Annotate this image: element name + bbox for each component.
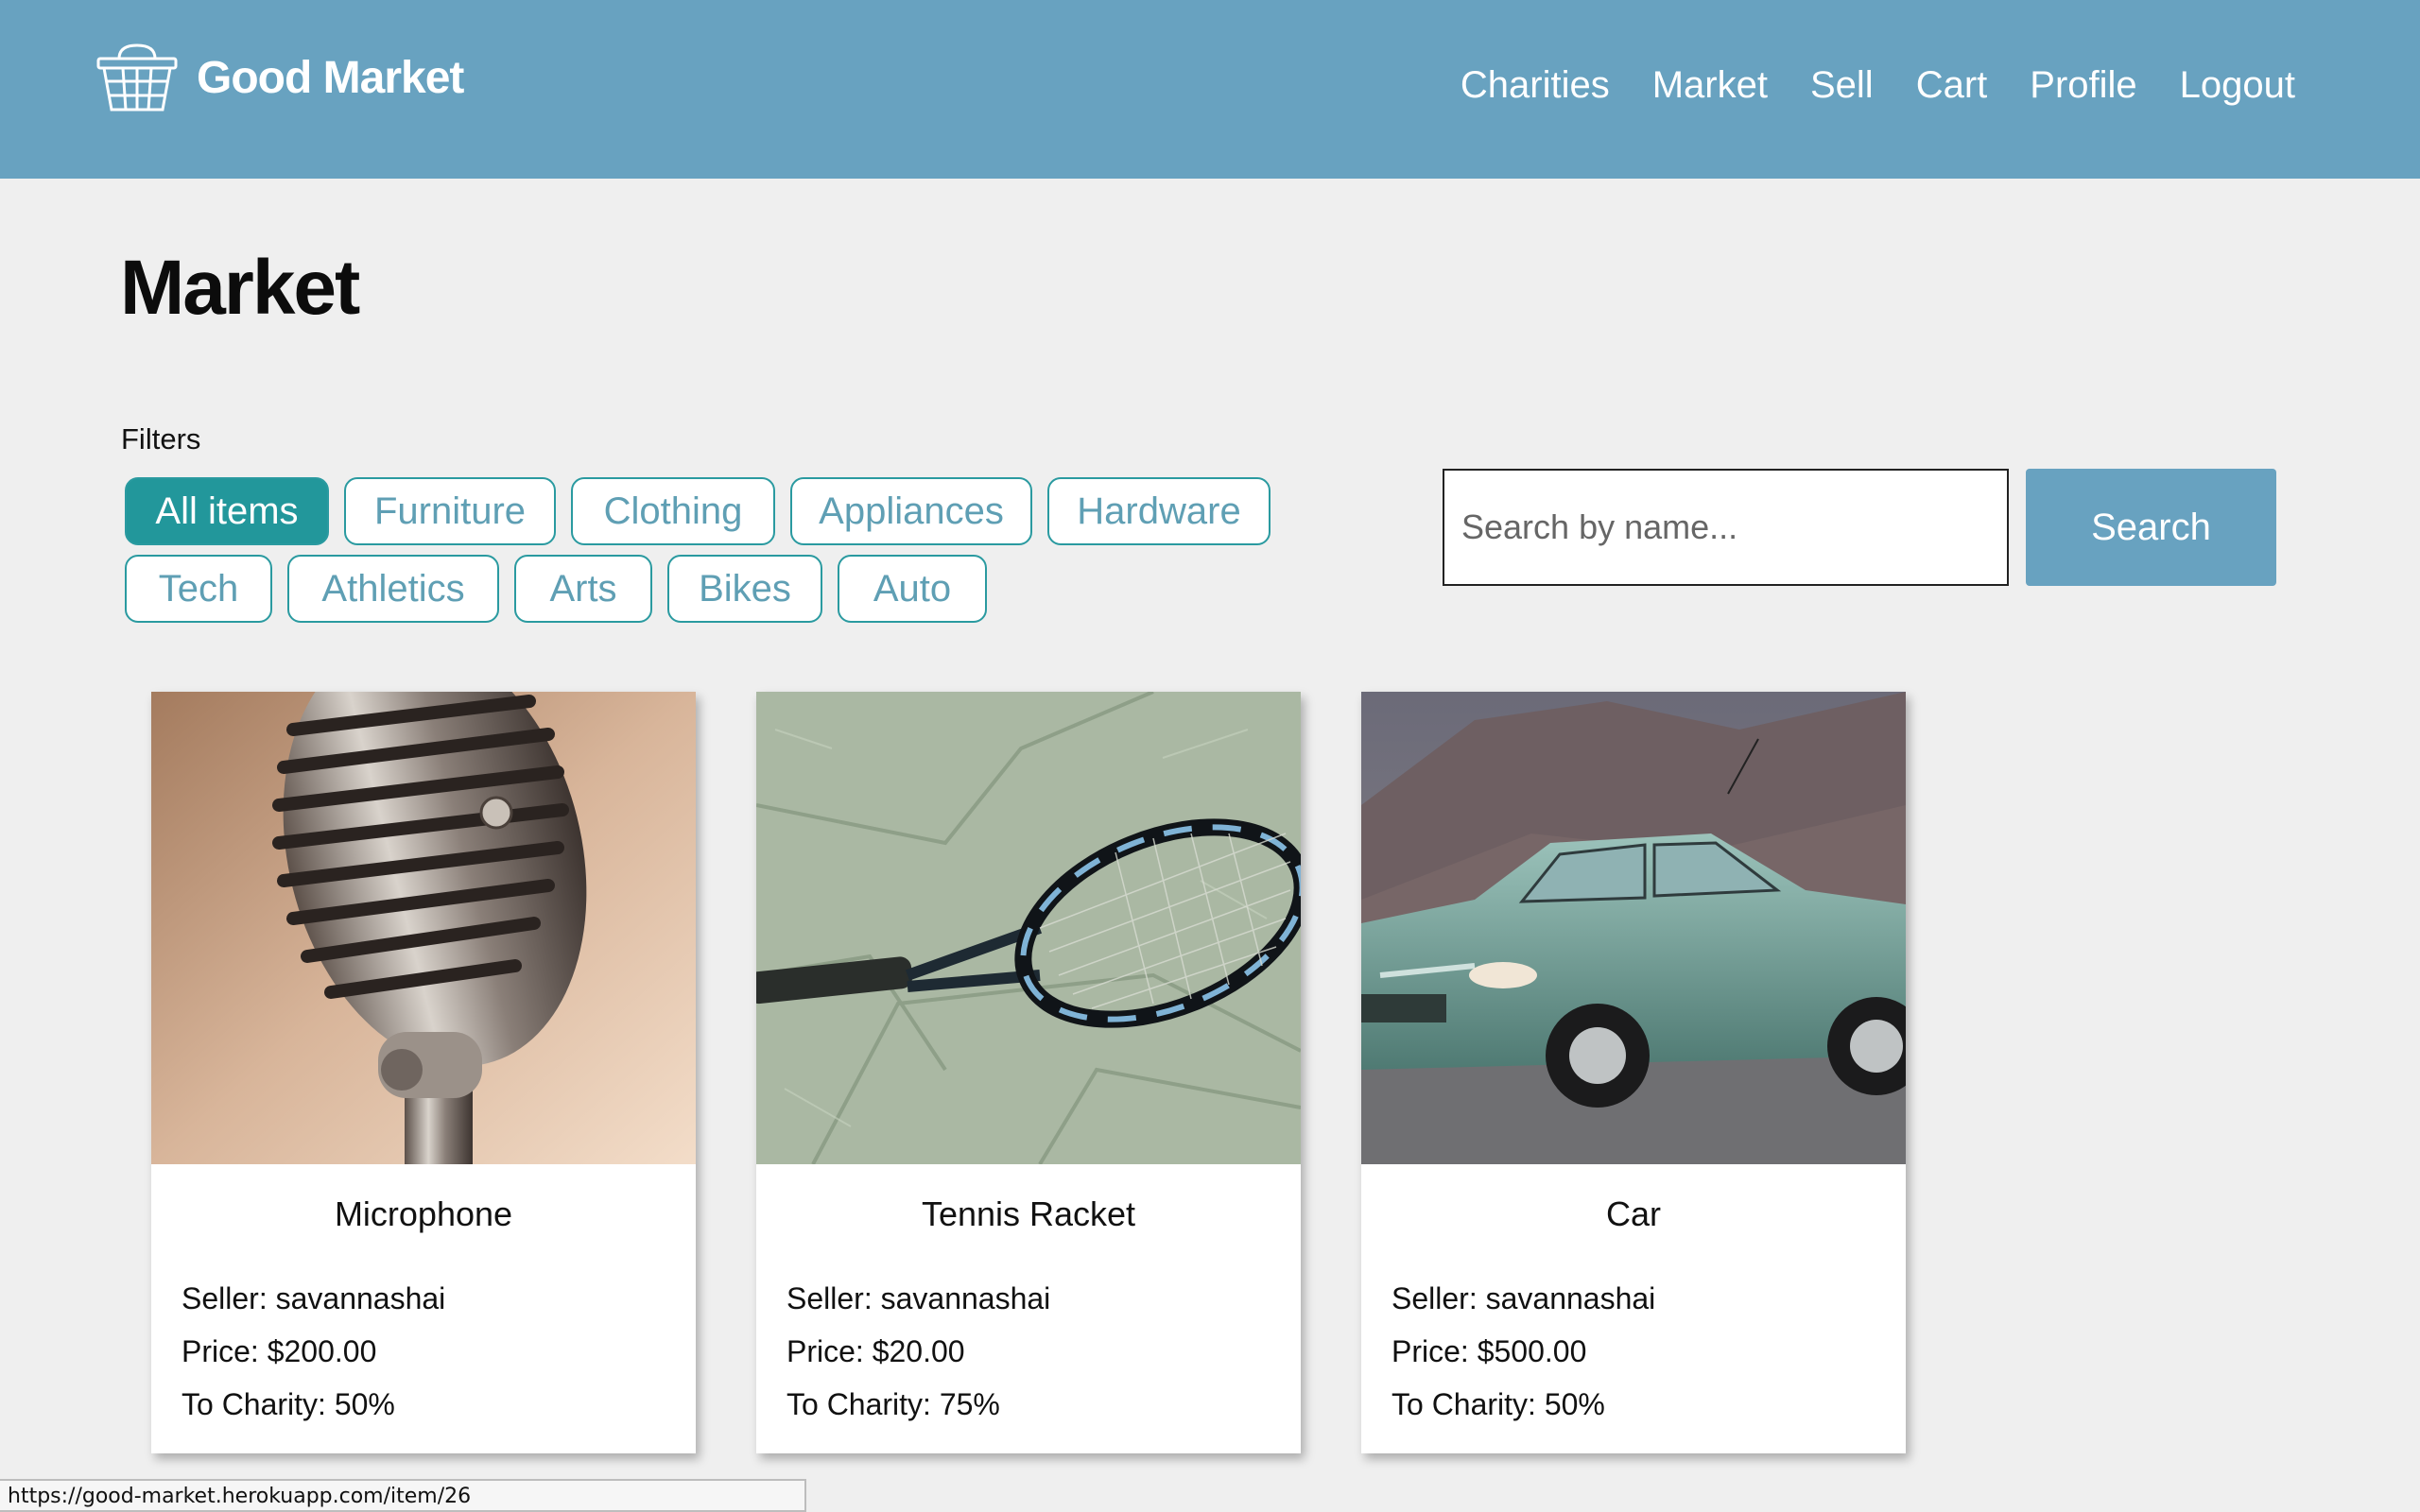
filter-chip-appliances[interactable]: Appliances — [790, 477, 1032, 545]
item-title[interactable]: Tennis Racket — [756, 1194, 1301, 1234]
item-card[interactable]: Car Seller: savannashai Price: $500.00 T… — [1361, 692, 1906, 1453]
filter-chip-arts[interactable]: Arts — [514, 555, 652, 623]
nav-link-sell[interactable]: Sell — [1810, 59, 1874, 112]
filter-chip-furniture[interactable]: Furniture — [344, 477, 556, 545]
basket-icon — [96, 43, 178, 112]
filter-chip-all-items[interactable]: All items — [125, 477, 329, 545]
search-input[interactable] — [1443, 469, 2009, 586]
item-details: Seller: savannashai Price: $20.00 To Cha… — [786, 1272, 1050, 1431]
item-title[interactable]: Car — [1361, 1194, 1906, 1234]
item-seller: Seller: savannashai — [1392, 1281, 1656, 1315]
brand-name: Good Market — [197, 52, 464, 103]
microphone-photo[interactable] — [151, 692, 696, 1164]
item-title[interactable]: Microphone — [151, 1194, 696, 1234]
brand[interactable]: Good Market — [95, 40, 464, 115]
filter-chip-clothing[interactable]: Clothing — [571, 477, 775, 545]
nav-links: Charities Market Sell Cart Profile Logou… — [1461, 59, 2295, 112]
filter-chip-auto[interactable]: Auto — [838, 555, 987, 623]
nav-link-profile[interactable]: Profile — [2030, 59, 2136, 112]
filter-row: All items Furniture Clothing Appliances … — [125, 477, 1288, 545]
filter-row: Tech Athletics Arts Bikes Auto — [125, 555, 1288, 623]
top-navbar: Good Market Charities Market Sell Cart P… — [0, 0, 2420, 179]
search-button[interactable]: Search — [2026, 469, 2276, 586]
item-card[interactable]: Microphone Seller: savannashai Price: $2… — [151, 692, 696, 1453]
status-bar-url: https://good-market.herokuapp.com/item/2… — [0, 1479, 806, 1512]
page-title: Market — [120, 245, 360, 331]
filters-label: Filters — [121, 422, 201, 455]
car-photo[interactable] — [1361, 692, 1906, 1164]
item-card[interactable]: Tennis Racket Seller: savannashai Price:… — [756, 692, 1301, 1453]
filter-chip-athletics[interactable]: Athletics — [287, 555, 499, 623]
item-charity: To Charity: 50% — [1392, 1387, 1605, 1421]
nav-link-logout[interactable]: Logout — [2180, 59, 2295, 112]
item-charity: To Charity: 50% — [182, 1387, 395, 1421]
filter-chip-bikes[interactable]: Bikes — [667, 555, 822, 623]
item-charity: To Charity: 75% — [786, 1387, 1000, 1421]
filter-chip-hardware[interactable]: Hardware — [1047, 477, 1270, 545]
filter-chip-tech[interactable]: Tech — [125, 555, 272, 623]
item-price: Price: $20.00 — [786, 1334, 965, 1368]
item-seller: Seller: savannashai — [786, 1281, 1051, 1315]
nav-link-market[interactable]: Market — [1652, 59, 1768, 112]
filter-chips: All items Furniture Clothing Appliances … — [125, 477, 1288, 632]
item-details: Seller: savannashai Price: $500.00 To Ch… — [1392, 1272, 1655, 1431]
item-seller: Seller: savannashai — [182, 1281, 446, 1315]
tennis-racket-photo[interactable] — [756, 692, 1301, 1164]
nav-link-cart[interactable]: Cart — [1916, 59, 1988, 112]
item-details: Seller: savannashai Price: $200.00 To Ch… — [182, 1272, 445, 1431]
nav-link-charities[interactable]: Charities — [1461, 59, 1610, 112]
item-price: Price: $500.00 — [1392, 1334, 1587, 1368]
item-price: Price: $200.00 — [182, 1334, 377, 1368]
